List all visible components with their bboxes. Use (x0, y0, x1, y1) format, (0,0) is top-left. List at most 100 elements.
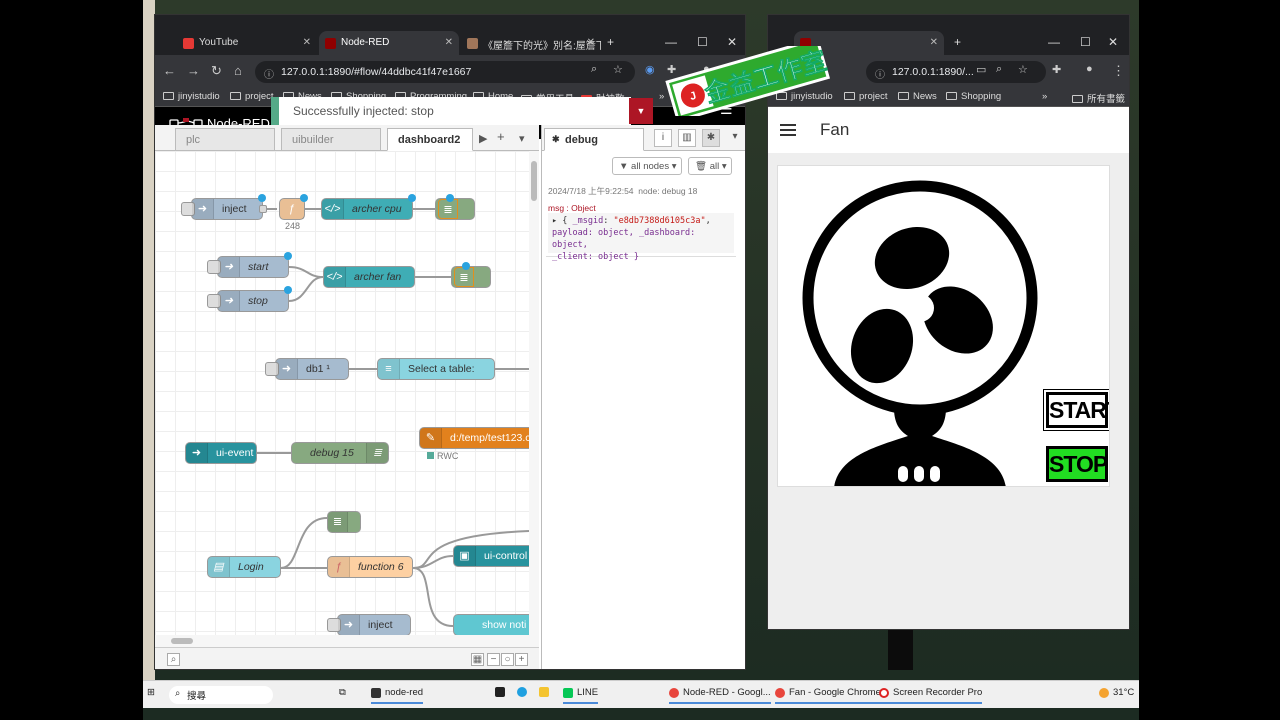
star-icon[interactable]: ☆ (613, 63, 623, 76)
taskbar-node-red[interactable]: node-red (371, 687, 424, 704)
close-window-icon[interactable]: ✕ (1108, 35, 1118, 49)
node-archer-fan[interactable]: </> archer fan (323, 266, 415, 288)
node-db1[interactable]: ➜ db1 ¹ (265, 358, 349, 380)
node-label: Login (238, 561, 264, 573)
taskbar-recorder[interactable]: Screen Recorder Pro (879, 687, 983, 704)
taskbar-chrome-fan[interactable]: Fan - Google Chrome (775, 687, 881, 704)
zoom-icon[interactable]: ⌕ (996, 63, 1002, 76)
output-port[interactable] (259, 205, 267, 213)
node-label: ui-event (216, 447, 254, 459)
zoom-in-icon[interactable]: + (515, 653, 528, 666)
back-icon[interactable]: ← (163, 63, 176, 78)
taskbar-explorer[interactable] (539, 687, 549, 700)
canvas-horizontal-scrollbar[interactable] (155, 635, 539, 647)
extension-icon[interactable]: ◉ (645, 63, 655, 76)
filter-nodes-dropdown[interactable]: ▼ all nodes ▾ (612, 157, 682, 175)
node-archer-cpu[interactable]: </> archer cpu (321, 194, 416, 220)
new-tab-icon[interactable]: + (607, 35, 614, 49)
add-flow-icon[interactable]: + (497, 129, 505, 144)
tab-debug[interactable]: ✱ debug (544, 128, 644, 151)
tab-uibuilder[interactable]: uibuilder (281, 128, 381, 151)
node-inject[interactable]: ➜ inject (181, 194, 267, 220)
chevron-down-icon[interactable]: ▾ (726, 129, 744, 147)
file-icon: ✎ (420, 428, 442, 448)
cast-icon[interactable]: ▭ (976, 63, 986, 76)
forward-icon[interactable]: → (187, 63, 200, 78)
start-button[interactable]: START (1044, 390, 1109, 430)
taskbar-app[interactable] (495, 687, 505, 700)
flow-list-icon[interactable]: ▾ (519, 132, 525, 145)
search-icon[interactable]: ⌕ (167, 653, 180, 666)
bookmark-news[interactable]: News (898, 91, 937, 102)
clear-all-dropdown[interactable]: 🗑 all ▾ (688, 157, 732, 175)
tab-node-red[interactable]: Node-RED ✕ (319, 31, 459, 55)
node-debug-small[interactable]: ≣ (327, 511, 361, 533)
node-ui-control[interactable]: ▣ ui-control (453, 545, 529, 567)
close-icon[interactable]: ✕ (587, 37, 595, 48)
maximize-icon[interactable]: ☐ (1080, 35, 1091, 49)
tab-video[interactable]: 《屋簷下的光》別名:屋簷下 ✕ (461, 31, 601, 55)
tab-plc[interactable]: plc (175, 128, 275, 151)
start-menu-icon[interactable]: ⊞ (147, 687, 155, 698)
weather[interactable]: 31°C (1099, 687, 1134, 698)
bug-icon[interactable]: ✱ (702, 129, 720, 147)
node-ui-event[interactable]: ➜ ui-event (185, 442, 257, 464)
close-icon[interactable]: ✕ (445, 37, 453, 48)
taskbar-label: Node-RED - Googl... (683, 687, 771, 698)
node-select-table[interactable]: ≡ Select a table: (377, 358, 495, 380)
bookmark-all[interactable]: 所有書籤 (1072, 91, 1125, 105)
more-bookmarks-icon[interactable]: » (1042, 91, 1047, 102)
debug-node[interactable]: node: debug 18 (638, 186, 697, 196)
info-icon[interactable]: i (654, 129, 672, 147)
taskbar-chrome-nodered[interactable]: Node-RED - Googl... (669, 687, 771, 704)
zoom-reset-icon[interactable]: ○ (501, 653, 514, 666)
deploy-dropdown-button[interactable]: ▼ (629, 98, 653, 124)
node-debug15[interactable]: ≣ debug 15 (291, 442, 389, 464)
minimize-icon[interactable]: — (1048, 35, 1060, 49)
node-inject2[interactable]: ➜ inject (327, 614, 411, 635)
stop-button[interactable]: STOP (1046, 446, 1108, 482)
zoom-icon[interactable]: ⌕ (591, 63, 597, 76)
tab-youtube[interactable]: YouTube ✕ (177, 31, 317, 55)
node-stop[interactable]: ➜ stop (207, 286, 292, 312)
debug-object[interactable]: ▸ { _msgid: "e8db7388d6105c3a", payload:… (548, 213, 734, 262)
taskview-icon[interactable]: ⧉ (339, 687, 346, 698)
changed-indicator (408, 194, 416, 202)
node-login[interactable]: ▤ Login (207, 556, 281, 578)
canvas-vertical-scrollbar[interactable] (529, 151, 539, 635)
node-function6[interactable]: ƒ function 6 (327, 556, 413, 578)
bookmark-jinyistudio[interactable]: jinyistudio (163, 91, 220, 102)
node-show-notification[interactable]: show noti (453, 614, 529, 635)
scroll-thumb[interactable] (171, 638, 193, 644)
new-tab-icon[interactable]: + (954, 35, 961, 49)
scroll-right-icon[interactable]: ▶ (479, 132, 487, 145)
node-start[interactable]: ➜ start (207, 252, 292, 278)
node-debug-cpu[interactable]: ≣ (435, 194, 475, 220)
flow-canvas[interactable]: ➜ inject ƒ 248 </> archer cpu ≣ ➜ start (155, 151, 529, 635)
profile-icon[interactable]: ● (1086, 63, 1093, 75)
url-field[interactable]: ⓘ 127.0.0.1:1890/#flow/44ddbc41f47e1667 (255, 61, 635, 83)
tab-dashboard2[interactable]: dashboard2 (387, 128, 473, 151)
search-box[interactable]: ⌕ 搜尋 (169, 686, 273, 704)
taskbar-edge[interactable] (517, 687, 527, 700)
bookmark-shopping[interactable]: Shopping (946, 91, 1001, 102)
map-icon[interactable]: ▦ (471, 653, 484, 666)
hamburger-menu-icon[interactable] (780, 124, 796, 136)
changed-indicator (462, 262, 470, 270)
menu-icon[interactable]: ⋮ (1112, 63, 1125, 79)
node-file[interactable]: ✎ d:/temp/test123.c (419, 427, 529, 449)
bookmark-project[interactable]: project (230, 91, 274, 102)
close-icon[interactable]: ✕ (303, 37, 311, 48)
taskbar-line[interactable]: LINE (563, 687, 599, 704)
scroll-thumb[interactable] (531, 161, 537, 201)
zoom-out-icon[interactable]: − (487, 653, 500, 666)
home-icon[interactable]: ⌂ (234, 63, 242, 78)
book-icon[interactable]: ▥ (678, 129, 696, 147)
star-icon[interactable]: ☆ (1018, 63, 1028, 76)
reload-icon[interactable]: ↻ (211, 63, 222, 79)
close-icon[interactable]: ✕ (930, 37, 938, 48)
extensions-icon[interactable]: ✚ (1052, 63, 1061, 76)
bookmark-project[interactable]: project (844, 91, 888, 102)
node-function[interactable]: ƒ (279, 194, 308, 220)
node-debug-fan[interactable]: ≣ (451, 262, 491, 288)
